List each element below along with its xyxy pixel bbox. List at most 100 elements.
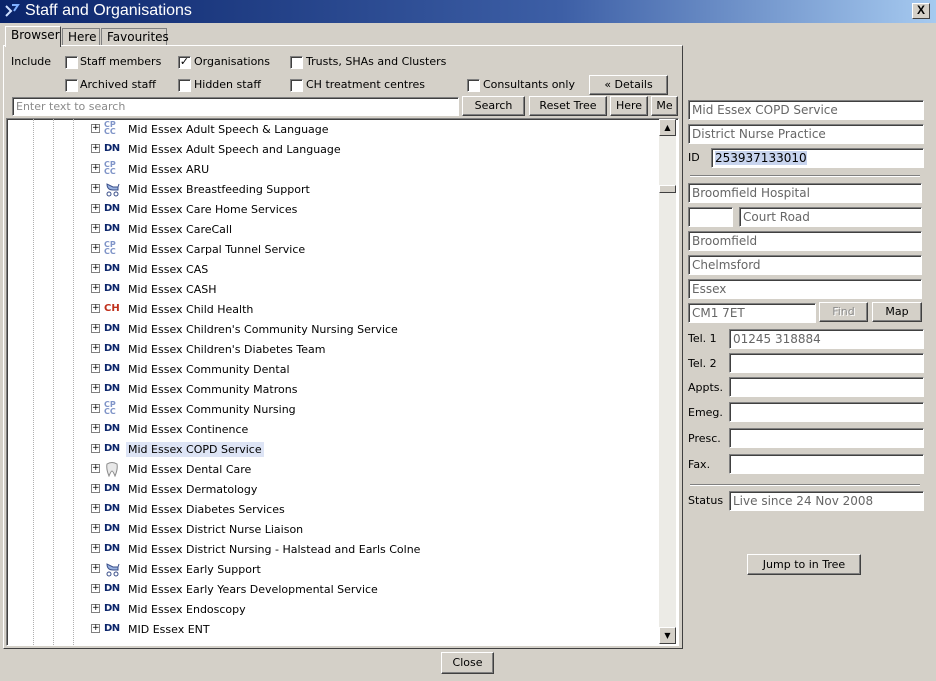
appts-field[interactable] [729, 377, 924, 397]
tree-item[interactable]: + DN Mid Essex District Nurse Liaison [91, 519, 651, 539]
address-line1-field[interactable]: Broomfield Hospital [688, 183, 922, 203]
tree-item-label: Mid Essex Community Dental [128, 363, 290, 376]
tree-item[interactable]: + DN Mid Essex Care Home Services [91, 199, 651, 219]
tree-item[interactable]: + Mid Essex Breastfeeding Support [91, 179, 651, 199]
search-input[interactable]: Enter text to search [12, 97, 459, 116]
expand-icon[interactable]: + [91, 624, 100, 633]
expand-icon[interactable]: + [91, 184, 100, 193]
expand-icon[interactable]: + [91, 484, 100, 493]
tel2-field[interactable] [729, 353, 924, 373]
tree-item[interactable]: + DN Mid Essex Early Years Developmental S… [91, 579, 651, 599]
archived-staff-checkbox[interactable] [65, 79, 78, 92]
trusts-checkbox[interactable] [290, 56, 303, 69]
expand-icon[interactable]: + [91, 524, 100, 533]
tree-item[interactable]: + DN MID Essex ENT [91, 619, 651, 639]
consultants-only-checkbox[interactable] [467, 79, 480, 92]
tree-item[interactable]: + DN Mid Essex Adult Speech and Language [91, 139, 651, 159]
tree-item[interactable]: + CP CC Mid Essex Community Nursing [91, 399, 651, 419]
me-button[interactable]: Me [651, 96, 678, 116]
expand-icon[interactable]: + [91, 144, 100, 153]
postcode-field[interactable]: CM1 7ET [688, 303, 816, 323]
dn-icon: DN [104, 483, 120, 494]
tree-item[interactable]: + DN Mid Essex Dermatology [91, 479, 651, 499]
scroll-up-button[interactable]: ▲ [659, 119, 676, 136]
tree-item[interactable]: + Mid Essex Dental Care [91, 459, 651, 479]
expand-icon[interactable]: + [91, 564, 100, 573]
tab-browser[interactable]: Browser [5, 26, 61, 47]
organisations-checkbox[interactable]: ✓ [178, 56, 191, 69]
tree-item[interactable]: + DN Mid Essex Continence [91, 419, 651, 439]
tree-item[interactable]: + DN Mid Essex Community Matrons [91, 379, 651, 399]
expand-icon[interactable]: + [91, 244, 100, 253]
status-field[interactable]: Live since 24 Nov 2008 [729, 491, 924, 511]
expand-icon[interactable]: + [91, 264, 100, 273]
scroll-down-button[interactable]: ▼ [659, 627, 676, 644]
org-name-field[interactable]: Mid Essex COPD Service [688, 100, 924, 120]
city-field[interactable]: Chelmsford [688, 255, 922, 275]
tree-item[interactable]: + DN Mid Essex Children's Community Nursin… [91, 319, 651, 339]
tree-item[interactable]: + DN Mid Essex COPD Service [91, 439, 651, 459]
tab-favourites[interactable]: Favourites [101, 28, 169, 46]
tree-item[interactable]: + CP CC Mid Essex ARU [91, 159, 651, 179]
expand-icon[interactable]: + [91, 504, 100, 513]
tree-item[interactable]: + DN Mid Essex CASH [91, 279, 651, 299]
expand-icon[interactable]: + [91, 204, 100, 213]
tree-item[interactable]: + CP CC Mid Essex Adult Speech & Language [91, 119, 651, 139]
expand-icon[interactable]: + [91, 424, 100, 433]
tree-item[interactable]: + CH Mid Essex Child Health [91, 299, 651, 319]
expand-icon[interactable]: + [91, 544, 100, 553]
tree-item[interactable]: + Mid Essex Early Support [91, 559, 651, 579]
expand-icon[interactable]: + [91, 584, 100, 593]
expand-icon[interactable]: + [91, 344, 100, 353]
emeg-field[interactable] [729, 402, 924, 422]
search-button[interactable]: Search [462, 96, 525, 116]
close-button[interactable]: Close [441, 652, 494, 674]
tree-item[interactable]: + DN Mid Essex Children's Diabetes Team [91, 339, 651, 359]
expand-icon[interactable]: + [91, 224, 100, 233]
address-number-field[interactable] [688, 207, 733, 227]
expand-icon[interactable]: + [91, 444, 100, 453]
details-button[interactable]: « Details [589, 75, 668, 95]
close-window-button[interactable]: X [912, 3, 930, 19]
expand-icon[interactable]: + [91, 384, 100, 393]
scroll-thumb[interactable] [659, 185, 676, 193]
expand-icon[interactable]: + [91, 604, 100, 613]
tab-here[interactable]: Here [62, 28, 100, 46]
presc-field[interactable] [729, 428, 924, 448]
map-button[interactable]: Map [872, 302, 922, 322]
reset-tree-button[interactable]: Reset Tree [529, 96, 607, 116]
tree-scrollbar[interactable]: ▲ ▼ [659, 119, 676, 644]
expand-icon[interactable]: + [91, 304, 100, 313]
ch-centres-checkbox[interactable] [290, 79, 303, 92]
jump-to-tree-button[interactable]: Jump to in Tree [747, 554, 861, 575]
expand-icon[interactable]: + [91, 284, 100, 293]
tree-item[interactable]: + DN Mid Essex Community Dental [91, 359, 651, 379]
expand-icon[interactable]: + [91, 124, 100, 133]
tree-item-label: Mid Essex Early Years Developmental Serv… [128, 583, 378, 596]
fax-field[interactable] [729, 454, 924, 474]
hidden-staff-checkbox[interactable] [178, 79, 191, 92]
expand-icon[interactable]: + [91, 364, 100, 373]
tree-item[interactable]: + DN Mid Essex CareCall [91, 219, 651, 239]
town-field[interactable]: Broomfield [688, 231, 922, 251]
tree-item[interactable]: + DN Mid Essex Diabetes Services [91, 499, 651, 519]
org-type-field[interactable]: District Nurse Practice [688, 124, 924, 144]
tree-item[interactable]: + DN Mid Essex Endoscopy [91, 599, 651, 619]
tel1-field[interactable]: 01245 318884 [729, 329, 924, 349]
staff-members-checkbox[interactable] [65, 56, 78, 69]
expand-icon[interactable]: + [91, 324, 100, 333]
address-street-field[interactable]: Court Road [739, 207, 922, 227]
find-button[interactable]: Find [819, 302, 868, 322]
expand-icon[interactable]: + [91, 404, 100, 413]
tree-item[interactable]: + DN Mid Essex CAS [91, 259, 651, 279]
cpcc-icon: CP CC [104, 240, 116, 256]
tree-item[interactable]: + CP CC Mid Essex Carpal Tunnel Service [91, 239, 651, 259]
tree-item-label: Mid Essex Diabetes Services [128, 503, 285, 516]
organisation-tree[interactable]: + CP CC Mid Essex Adult Speech & Language + D… [6, 118, 679, 646]
id-field[interactable]: 253937133010 [711, 148, 924, 168]
expand-icon[interactable]: + [91, 164, 100, 173]
expand-icon[interactable]: + [91, 464, 100, 473]
tree-item[interactable]: + DN Mid Essex District Nursing - Halstead… [91, 539, 651, 559]
county-field[interactable]: Essex [688, 279, 922, 299]
here-button[interactable]: Here [610, 96, 648, 116]
